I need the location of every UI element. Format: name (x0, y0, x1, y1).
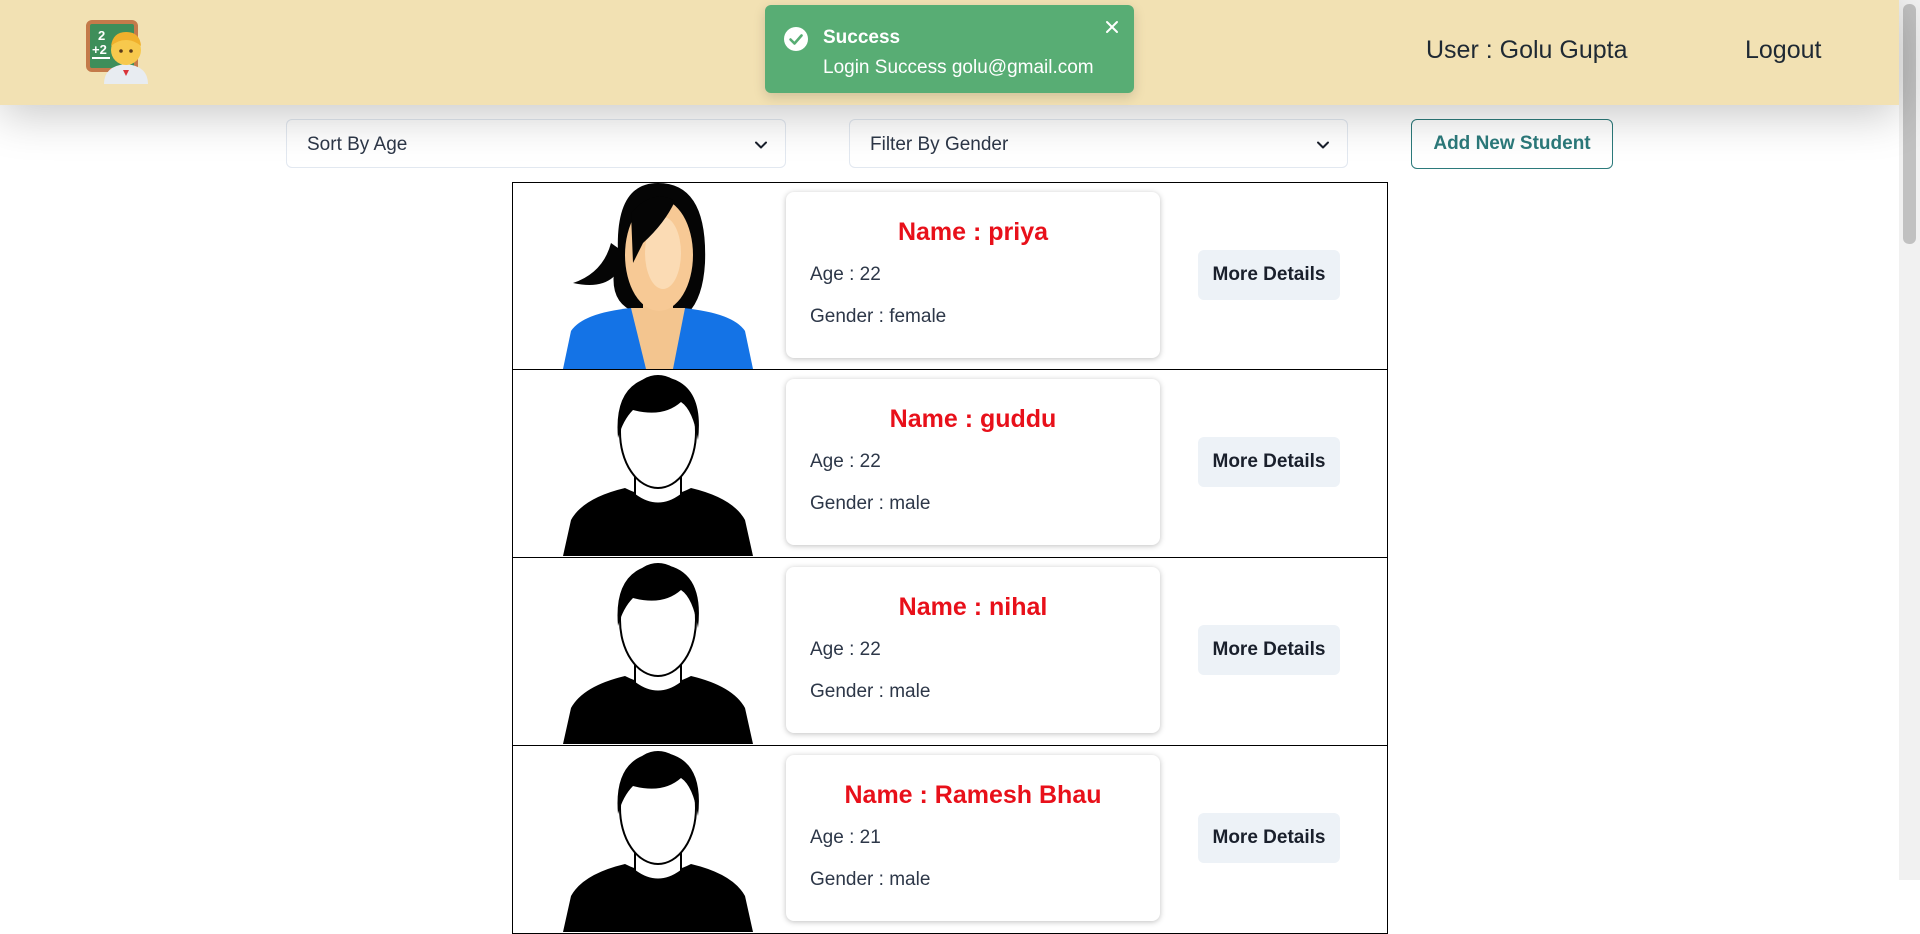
svg-text:2: 2 (98, 28, 105, 43)
teacher-logo-icon[interactable]: 2 +2 (86, 18, 152, 84)
student-age: Age : 22 (810, 451, 881, 472)
student-card: Name : guddu Age : 22 Gender : male (786, 379, 1160, 545)
student-card: Name : priya Age : 22 Gender : female (786, 192, 1160, 358)
page-scrollbar[interactable] (1899, 0, 1920, 880)
logout-button[interactable]: Logout (1745, 36, 1821, 65)
male-avatar-icon (563, 558, 753, 744)
student-row: Name : priya Age : 22 Gender : female Mo… (512, 182, 1388, 370)
filter-select-label: Filter By Gender (870, 134, 1009, 155)
sort-select-label: Sort By Age (307, 134, 408, 155)
chevron-down-icon (1315, 137, 1331, 153)
sort-by-age-select[interactable]: Sort By Age (286, 119, 786, 168)
student-gender: Gender : female (810, 306, 947, 327)
student-name: Name : Ramesh Bhau (844, 781, 1102, 809)
student-card: Name : nihal Age : 22 Gender : male (786, 567, 1160, 733)
more-details-button[interactable]: More Details (1198, 813, 1340, 863)
toast-message: Login Success golu@gmail.com (823, 57, 1094, 78)
student-row: Name : nihal Age : 22 Gender : male More… (512, 558, 1388, 746)
student-gender: Gender : male (810, 493, 931, 514)
more-details-button[interactable]: More Details (1198, 250, 1340, 300)
close-icon[interactable] (1104, 19, 1120, 35)
student-gender: Gender : male (810, 681, 931, 702)
student-gender: Gender : male (810, 869, 931, 890)
female-avatar-icon (563, 183, 753, 369)
male-avatar-icon (563, 370, 753, 556)
more-details-button[interactable]: More Details (1198, 625, 1340, 675)
success-toast: Success Login Success golu@gmail.com (765, 5, 1134, 93)
toast-title: Success (823, 27, 901, 48)
student-name: Name : nihal (898, 593, 1048, 621)
student-list: Name : priya Age : 22 Gender : female Mo… (512, 182, 1388, 934)
student-age: Age : 22 (810, 639, 881, 660)
male-avatar-icon (563, 746, 753, 932)
student-age: Age : 22 (810, 264, 881, 285)
student-age: Age : 21 (810, 827, 881, 848)
student-row: Name : guddu Age : 22 Gender : male More… (512, 370, 1388, 558)
student-name: Name : priya (897, 218, 1049, 246)
student-name: Name : guddu (889, 405, 1057, 433)
scrollbar-thumb[interactable] (1903, 4, 1916, 244)
student-row: Name : Ramesh Bhau Age : 21 Gender : mal… (512, 746, 1388, 934)
svg-text:+2: +2 (92, 42, 107, 57)
add-new-student-button[interactable]: Add New Student (1411, 119, 1613, 169)
filter-by-gender-select[interactable]: Filter By Gender (849, 119, 1348, 168)
check-circle-icon (783, 26, 809, 52)
more-details-button[interactable]: More Details (1198, 437, 1340, 487)
user-label: User : Golu Gupta (1426, 36, 1628, 64)
chevron-down-icon (753, 137, 769, 153)
student-card: Name : Ramesh Bhau Age : 21 Gender : mal… (786, 755, 1160, 921)
